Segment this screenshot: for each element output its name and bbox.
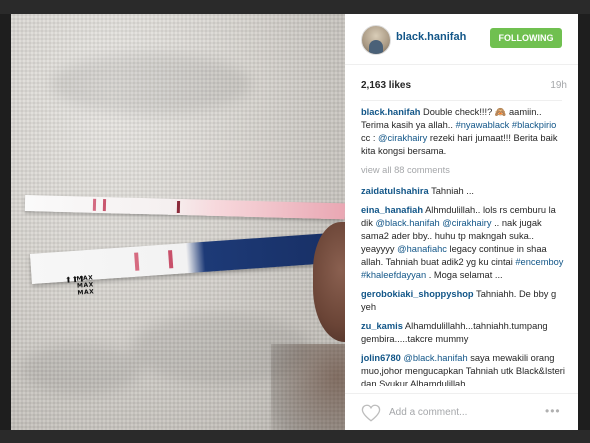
mention-link[interactable]: @cirakhairy bbox=[378, 133, 427, 143]
view-all-comments-link[interactable]: view all 88 comments bbox=[361, 164, 566, 177]
post-header: black.hanifah FOLLOWING bbox=[345, 14, 578, 65]
comment-item: zaidatulshahira Tahniah ... bbox=[361, 185, 566, 198]
hashtag-link[interactable]: #khaleefdayyan bbox=[361, 270, 426, 280]
mention-link[interactable]: @black.hanifah bbox=[375, 218, 439, 228]
comment-text: . Moga selamat ... bbox=[426, 270, 503, 280]
mention-link[interactable]: @cirakhairy bbox=[442, 218, 491, 228]
comment-username[interactable]: gerobokiaki_shoppyshop bbox=[361, 289, 474, 299]
mention-link[interactable]: @hanafiahc bbox=[397, 244, 447, 254]
backdrop-top bbox=[0, 0, 590, 14]
comment-username[interactable]: zaidatulshahira bbox=[361, 186, 429, 196]
hashtag-link[interactable]: #encemboy bbox=[515, 257, 563, 267]
control-line bbox=[168, 250, 174, 269]
hashtag-link[interactable]: #blackpirio bbox=[512, 120, 556, 130]
backdrop-bottom bbox=[0, 430, 590, 443]
comment-container: zaidatulshahira Tahniah ... eina_hanafiah… bbox=[361, 185, 566, 386]
post-photo[interactable]: ⬆⬆⬆ MAX MAX MAX bbox=[11, 14, 345, 430]
comments-list: black.hanifah Double check!!!? 🙈 aamiin.… bbox=[361, 106, 566, 386]
comment-text: Tahniah ... bbox=[428, 186, 475, 196]
mention-link[interactable]: @black.hanifah bbox=[403, 353, 467, 363]
comment-item: eina_hanafiah Alhmdulillah.. lols rs cem… bbox=[361, 204, 566, 282]
cloth-fold bbox=[51, 54, 251, 114]
caption: black.hanifah Double check!!!? 🙈 aamiin.… bbox=[361, 106, 566, 158]
more-options-icon[interactable]: ••• bbox=[545, 404, 561, 418]
test-line bbox=[134, 252, 140, 271]
max-labels: MAX MAX MAX bbox=[76, 274, 94, 296]
control-line bbox=[176, 200, 181, 214]
post-time[interactable]: 19h bbox=[550, 80, 567, 91]
likes-count[interactable]: 2,163 likes bbox=[361, 80, 411, 91]
finger bbox=[313, 222, 345, 342]
following-button[interactable]: FOLLOWING bbox=[490, 28, 562, 48]
test-line bbox=[102, 199, 107, 212]
divider bbox=[361, 100, 562, 101]
add-comment-bar: Add a comment... ••• bbox=[345, 393, 578, 431]
finger-shade bbox=[271, 344, 345, 430]
caption-text: cc : bbox=[361, 133, 379, 143]
heart-icon[interactable] bbox=[361, 404, 381, 422]
cloth-fold bbox=[21, 344, 141, 394]
comment-username[interactable]: eina_hanafiah bbox=[361, 205, 423, 215]
test-line bbox=[92, 198, 97, 211]
avatar[interactable] bbox=[361, 25, 391, 55]
header-username[interactable]: black.hanifah bbox=[396, 31, 466, 43]
post-side-panel: black.hanifah FOLLOWING 2,163 likes 19h … bbox=[345, 14, 578, 430]
comment-item: zu_kamis Alhamdulillahh...tahniahh.tumpa… bbox=[361, 320, 566, 346]
comment-username[interactable]: jolin6780 bbox=[361, 353, 401, 363]
test-strip-pink bbox=[24, 195, 345, 220]
comment-username[interactable]: zu_kamis bbox=[361, 321, 403, 331]
likes-row: 2,163 likes 19h bbox=[361, 80, 567, 94]
max-label: MAX bbox=[77, 288, 95, 297]
caption-username[interactable]: black.hanifah bbox=[361, 107, 420, 117]
comment-item: gerobokiaki_shoppyshop Tahniahh. De bby … bbox=[361, 288, 566, 314]
add-comment-input[interactable]: Add a comment... bbox=[389, 407, 467, 418]
hashtag-link[interactable]: #nyawablack bbox=[456, 120, 510, 130]
comment-item: jolin6780 @black.hanifah saya mewakili o… bbox=[361, 352, 566, 386]
